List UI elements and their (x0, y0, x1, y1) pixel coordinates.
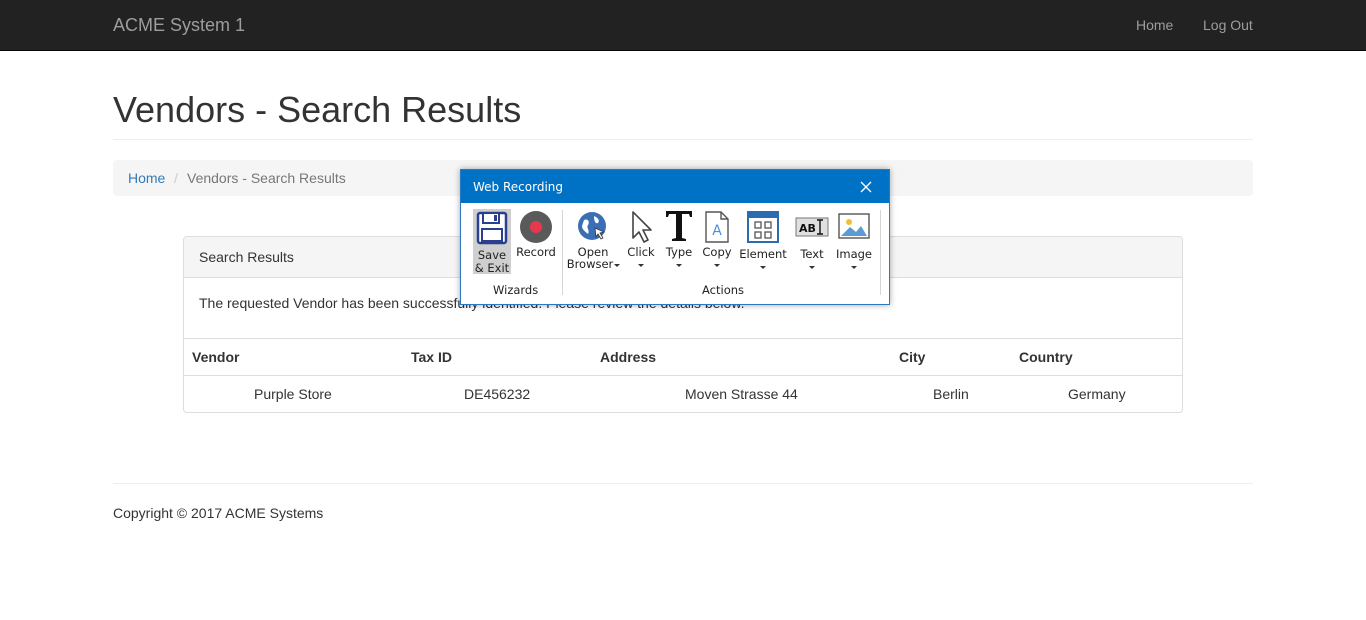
copy-icon: A (705, 211, 729, 243)
cell-address: Moven Strasse 44 (685, 386, 798, 402)
save-label-line2: & Exit (474, 261, 510, 275)
chevron-down-icon (809, 266, 815, 269)
cell-country: Germany (1068, 386, 1126, 402)
type-label: Type (665, 245, 693, 259)
text-label: Text (800, 247, 824, 261)
copyright-text: Copyright © 2017 ACME Systems (113, 505, 324, 521)
chevron-down-icon (760, 266, 766, 269)
record-label: Record (516, 245, 556, 259)
copy-label: Copy (702, 245, 732, 259)
table-divider (184, 375, 1182, 376)
element-button[interactable]: Element (739, 209, 787, 273)
close-icon[interactable] (855, 176, 877, 198)
top-navbar: ACME System 1 Home Log Out (0, 0, 1366, 51)
page-title: Vendors - Search Results (113, 89, 522, 130)
svg-text:AB: AB (799, 222, 816, 235)
cell-city: Berlin (933, 386, 969, 402)
nav-home-link[interactable]: Home (1136, 17, 1173, 33)
column-header-vendor: Vendor (192, 349, 240, 365)
cell-vendor: Purple Store (254, 386, 332, 402)
save-icon (476, 211, 508, 245)
record-button[interactable]: Record (515, 209, 557, 265)
save-label-line1: Save (477, 248, 507, 262)
breadcrumb-current: Vendors - Search Results (187, 170, 346, 186)
nav-logout-link[interactable]: Log Out (1203, 17, 1253, 33)
type-button[interactable]: Type (661, 209, 697, 273)
group-separator (880, 210, 881, 295)
breadcrumb-home-link[interactable]: Home (128, 170, 165, 186)
chevron-down-icon (614, 264, 620, 267)
image-label: Image (835, 247, 873, 261)
column-header-country: Country (1019, 349, 1073, 365)
breadcrumb-separator: / (174, 170, 178, 186)
open-label-line2: Browser (566, 257, 614, 271)
cell-tax-id: DE456232 (464, 386, 531, 402)
click-label: Click (627, 245, 655, 259)
column-header-tax-id: Tax ID (411, 349, 452, 365)
click-button[interactable]: Click (623, 209, 659, 273)
actions-group-label: Actions (702, 283, 745, 297)
element-icon (747, 211, 779, 243)
image-button[interactable]: Image (834, 209, 874, 273)
dialog-title: Web Recording (473, 180, 563, 194)
wizards-group-label: Wizards (493, 283, 539, 297)
type-icon (666, 211, 692, 241)
record-icon (520, 211, 552, 243)
column-header-city: City (899, 349, 926, 365)
group-separator (562, 210, 563, 295)
chevron-down-icon (851, 266, 857, 269)
brand-link[interactable]: ACME System 1 (113, 15, 245, 36)
text-select-icon: AB (795, 217, 829, 237)
cursor-icon (632, 211, 652, 243)
globe-icon (578, 212, 606, 240)
image-icon (838, 213, 870, 239)
table-divider (184, 338, 1182, 339)
text-button[interactable]: AB Text (791, 209, 833, 273)
dialog-titlebar[interactable]: Web Recording (461, 170, 889, 203)
panel-title: Search Results (199, 249, 294, 265)
web-recording-dialog: Web Recording Save & Exit Record Wizards (460, 169, 890, 305)
copy-button[interactable]: A Copy (699, 209, 735, 273)
column-header-address: Address (600, 349, 657, 365)
footer-divider (113, 483, 1253, 484)
save-exit-button[interactable]: Save & Exit (473, 209, 511, 275)
chevron-down-icon (676, 264, 682, 267)
open-browser-button[interactable]: Open Browser (566, 209, 620, 273)
chevron-down-icon (714, 264, 720, 267)
title-divider (113, 139, 1253, 140)
chevron-down-icon (638, 264, 644, 267)
svg-text:A: A (712, 223, 722, 239)
element-label: Element (739, 247, 787, 261)
